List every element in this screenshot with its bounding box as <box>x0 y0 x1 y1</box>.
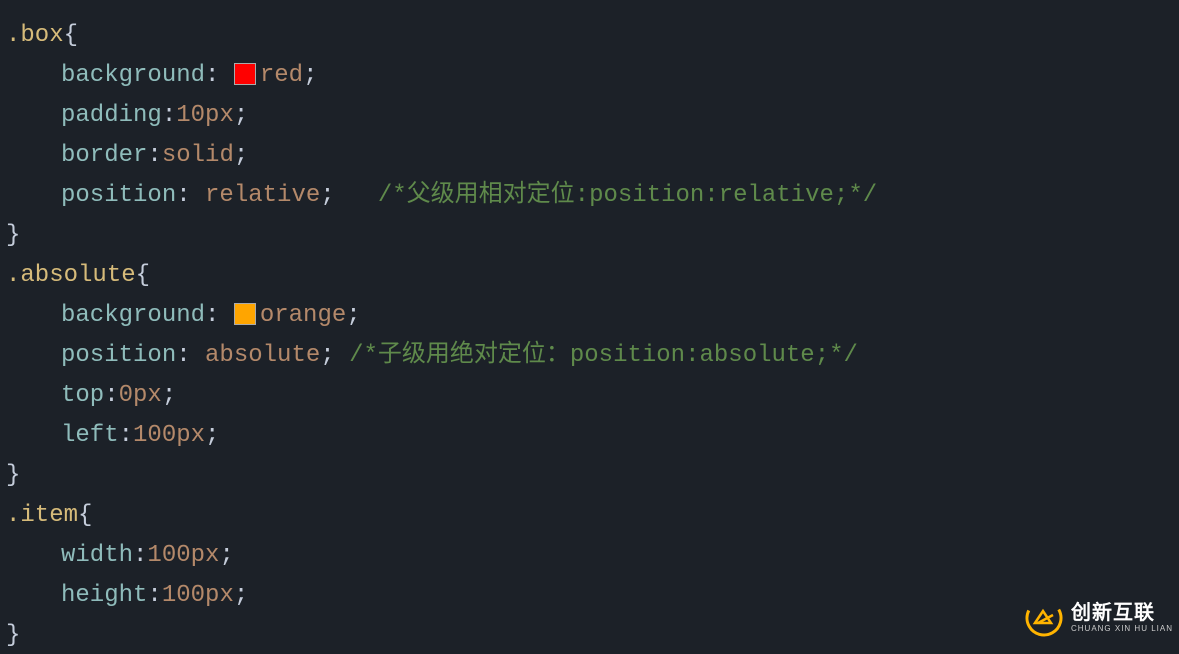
colon: : <box>176 176 205 216</box>
css-property: border <box>61 136 147 176</box>
colon: : <box>104 376 118 416</box>
colon: : <box>147 576 161 616</box>
css-value: absolute <box>205 336 320 376</box>
css-selector: .absolute <box>6 256 136 296</box>
semicolon: ; <box>346 296 360 336</box>
colon: : <box>176 336 205 376</box>
code-line: } <box>6 616 1179 654</box>
brace-open: { <box>64 16 78 56</box>
semicolon: ; <box>234 96 248 136</box>
code-line: } <box>6 456 1179 496</box>
css-property: padding <box>61 96 162 136</box>
semicolon: ; <box>162 376 176 416</box>
brace-open: { <box>136 256 150 296</box>
brace-close: } <box>6 456 20 496</box>
watermark: 创新互联 CHUANG XIN HU LIAN <box>1023 597 1173 639</box>
brace-close: } <box>6 616 20 654</box>
code-line: background: orange; <box>6 296 1179 336</box>
code-line: width:100px; <box>6 536 1179 576</box>
css-value: 100px <box>133 416 205 456</box>
css-selector: .item <box>6 496 78 536</box>
colon: : <box>147 136 161 176</box>
semicolon: ; <box>234 576 248 616</box>
css-property: width <box>61 536 133 576</box>
code-line: background: red; <box>6 56 1179 96</box>
semicolon: ; <box>234 136 248 176</box>
css-property: top <box>61 376 104 416</box>
css-value: orange <box>260 296 346 336</box>
code-line: height:100px; <box>6 576 1179 616</box>
brace-open: { <box>78 496 92 536</box>
code-line: border:solid; <box>6 136 1179 176</box>
brand-name-cn: 创新互联 <box>1071 603 1173 623</box>
color-swatch-icon <box>234 63 256 85</box>
code-line: .box{ <box>6 16 1179 56</box>
css-property: height <box>61 576 147 616</box>
code-line: padding:10px; <box>6 96 1179 136</box>
semicolon: ; <box>320 336 334 376</box>
css-property: position <box>61 336 176 376</box>
brand-name-en: CHUANG XIN HU LIAN <box>1071 625 1173 633</box>
code-line: .item{ <box>6 496 1179 536</box>
code-line: } <box>6 216 1179 256</box>
code-line: position: relative; /*父级用相对定位:position:r… <box>6 176 1179 216</box>
brand-text: 创新互联 CHUANG XIN HU LIAN <box>1071 603 1173 633</box>
css-value: 100px <box>147 536 219 576</box>
css-selector: .box <box>6 16 64 56</box>
css-comment: /*子级用绝对定位：position:absolute;*/ <box>349 336 858 376</box>
colon: : <box>205 296 234 336</box>
css-value: red <box>260 56 303 96</box>
css-property: background <box>61 56 205 96</box>
css-value: 100px <box>162 576 234 616</box>
semicolon: ; <box>205 416 219 456</box>
css-property: position <box>61 176 176 216</box>
css-value: relative <box>205 176 320 216</box>
colon: : <box>119 416 133 456</box>
code-editor[interactable]: .box{ background: red; padding:10px; bor… <box>0 0 1179 654</box>
colon: : <box>205 56 234 96</box>
css-value: solid <box>162 136 234 176</box>
css-value: 0px <box>119 376 162 416</box>
code-line: left:100px; <box>6 416 1179 456</box>
brand-logo-icon <box>1023 597 1065 639</box>
css-property: background <box>61 296 205 336</box>
css-comment: /*父级用相对定位:position:relative;*/ <box>378 176 877 216</box>
color-swatch-icon <box>234 303 256 325</box>
semicolon: ; <box>303 56 317 96</box>
colon: : <box>133 536 147 576</box>
css-value: 10px <box>176 96 234 136</box>
code-line: .absolute{ <box>6 256 1179 296</box>
semicolon: ; <box>219 536 233 576</box>
css-property: left <box>61 416 119 456</box>
code-line: position: absolute; /*子级用绝对定位：position:a… <box>6 336 1179 376</box>
colon: : <box>162 96 176 136</box>
semicolon: ; <box>320 176 334 216</box>
brace-close: } <box>6 216 20 256</box>
code-line: top:0px; <box>6 376 1179 416</box>
